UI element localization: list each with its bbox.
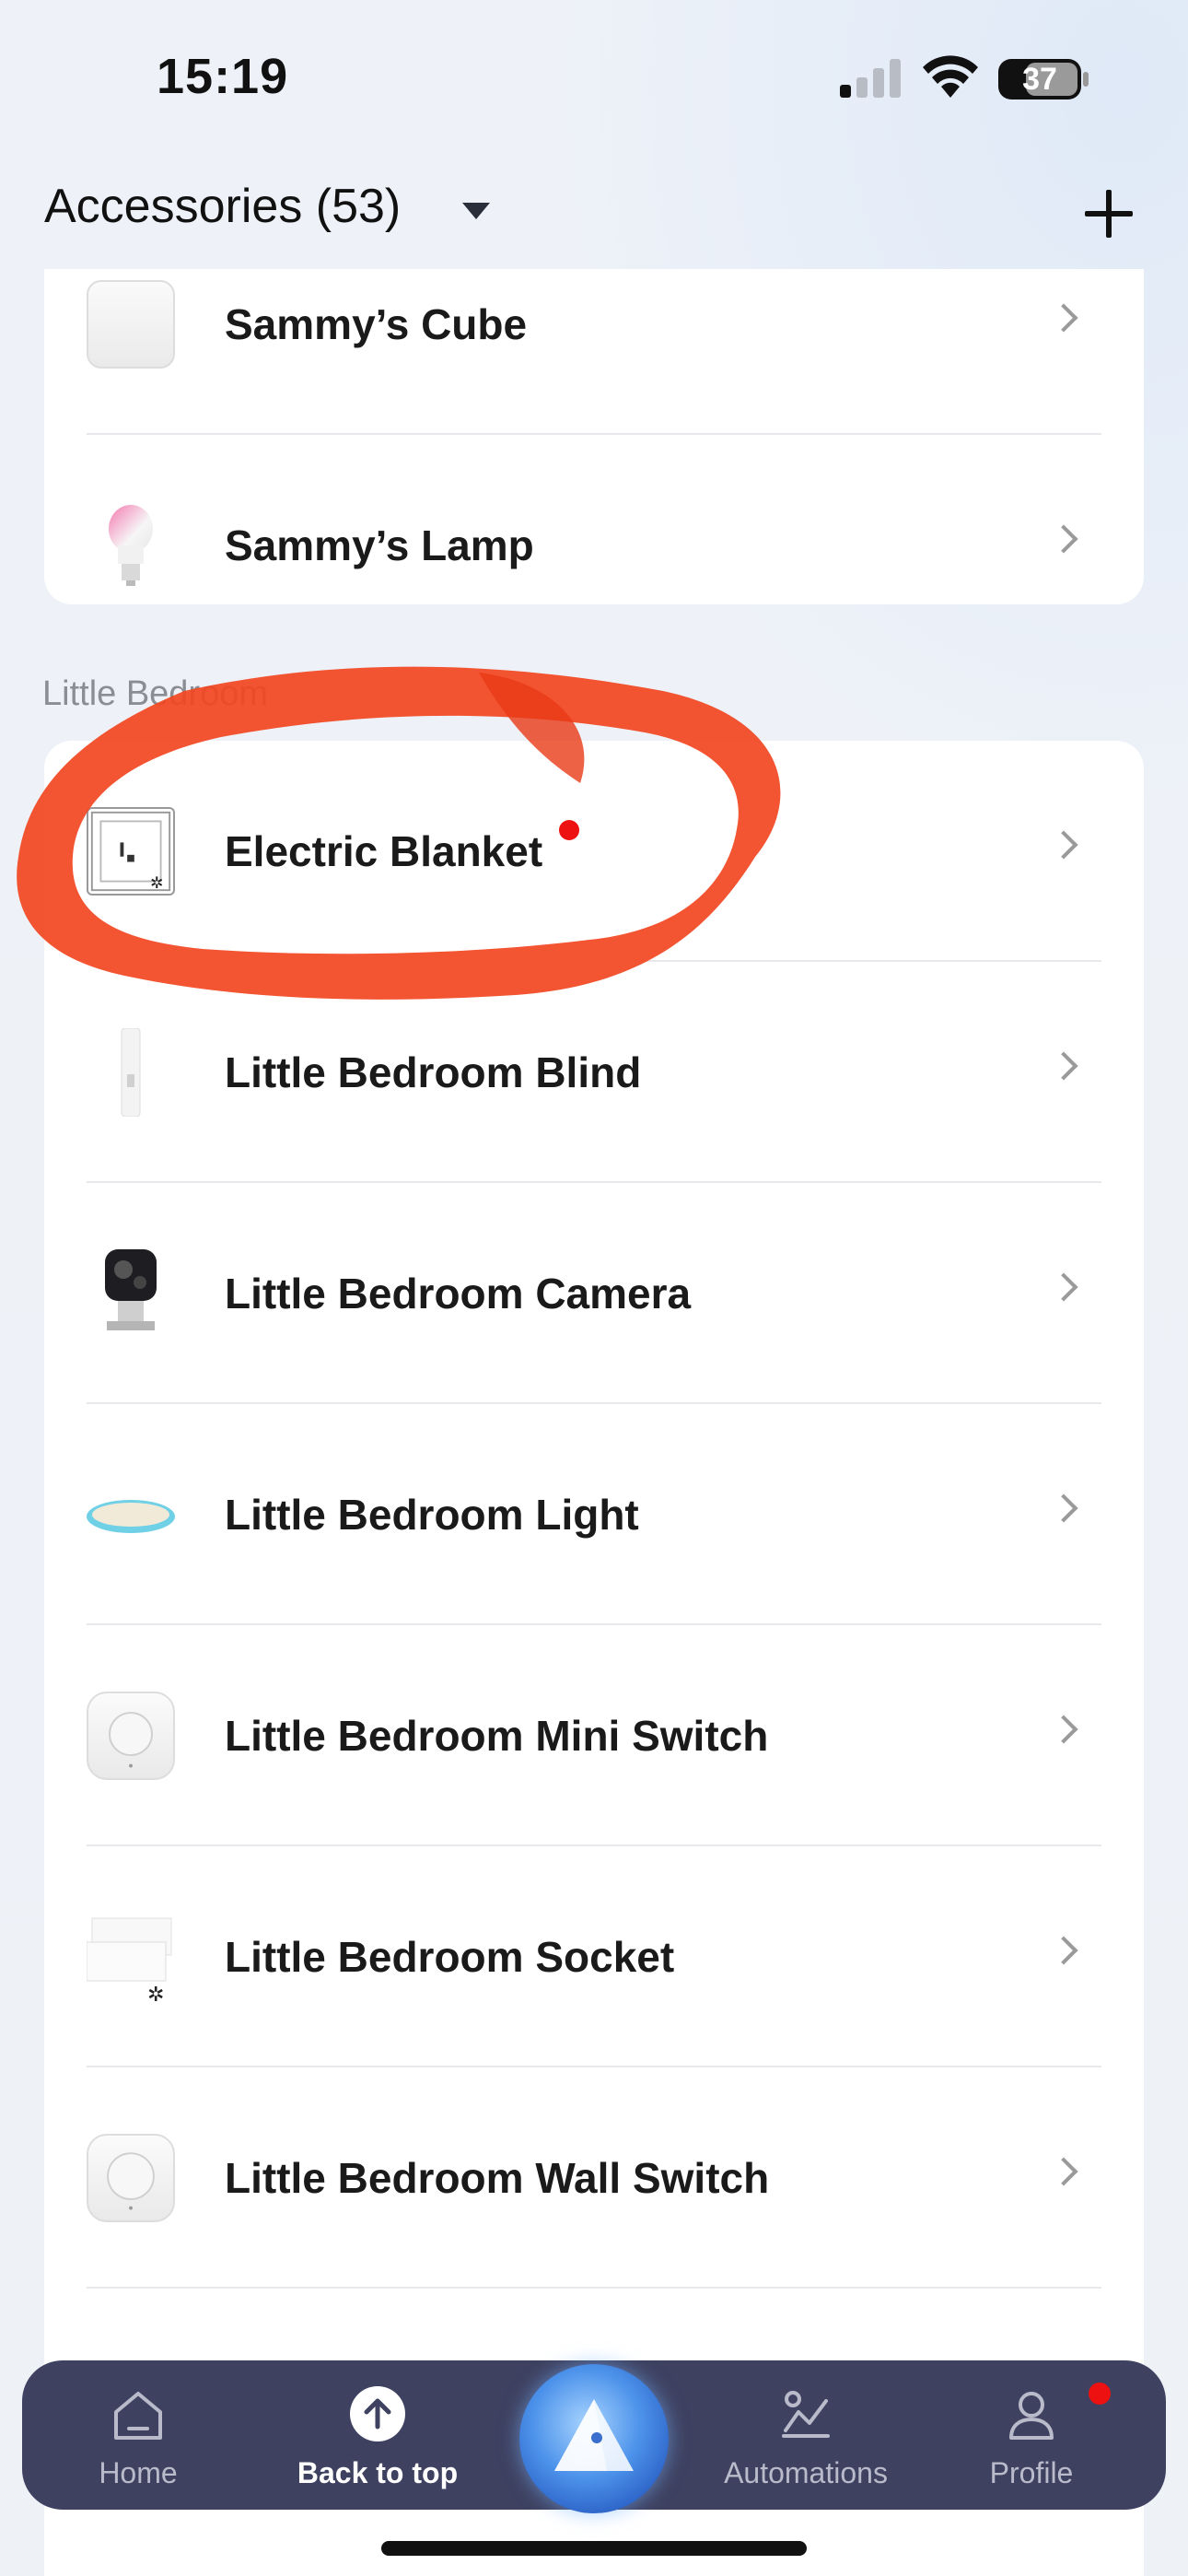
wifi-icon <box>923 55 978 98</box>
notification-badge <box>559 820 580 840</box>
item-label: Little Bedroom Wall Switch <box>225 2154 770 2202</box>
accessories-dropdown[interactable]: Accessories (53) <box>44 179 401 234</box>
list-item[interactable]: ✲ Electric Blanket <box>44 741 1144 962</box>
list-item[interactable]: Little Bedroom Camera <box>44 1183 1144 1404</box>
item-label: Little Bedroom Light <box>225 1491 639 1539</box>
chevron-right-icon <box>1049 1051 1078 1081</box>
list-item[interactable]: Little Bedroom Wall Switch <box>44 2067 1144 2289</box>
chevron-right-icon <box>1049 830 1078 860</box>
chevron-right-icon <box>1049 1493 1078 1523</box>
battery-icon: 37 <box>998 59 1081 100</box>
battery-cap <box>1083 72 1089 87</box>
list-item[interactable]: Little Bedroom Blind <box>44 962 1144 1183</box>
nav-back-to-top-label: Back to top <box>297 2456 459 2489</box>
item-label: Electric Blanket <box>225 741 580 962</box>
accessory-group-card: ✲ Electric Blanket Little Bedroom Blind <box>44 741 1144 2576</box>
nav-back-to-top[interactable]: Back to top <box>276 2360 479 2510</box>
camera-icon <box>105 1249 157 1330</box>
pyramid-icon <box>554 2399 634 2471</box>
list-item[interactable]: Sammy’s Cube <box>44 269 1144 435</box>
svg-text:✲: ✲ <box>147 1984 164 2001</box>
profile-icon <box>1009 2392 1054 2440</box>
assistant-button[interactable] <box>519 2364 669 2513</box>
blind-icon <box>121 1028 141 1117</box>
add-accessory-button[interactable] <box>1079 184 1138 243</box>
section-header-little-bedroom: Little Bedroom <box>42 674 269 713</box>
cube-icon <box>87 280 175 369</box>
chevron-right-icon <box>1049 524 1078 554</box>
svg-text:✲: ✲ <box>150 874 163 893</box>
chevron-right-icon <box>1049 1272 1078 1302</box>
accessory-group-card: Sammy’s Cube Sammy’s Lamp <box>44 269 1144 604</box>
list-item[interactable]: ✲ Little Bedroom Socket <box>44 1846 1144 2067</box>
home-indicator <box>381 2541 807 2556</box>
cellular-signal-icon <box>840 57 904 98</box>
profile-notification-badge <box>1089 2383 1111 2405</box>
nav-profile[interactable]: Profile <box>949 2360 1114 2510</box>
list-item[interactable]: Little Bedroom Mini Switch <box>44 1625 1144 1846</box>
list-item[interactable]: Sammy’s Lamp <box>44 435 1144 656</box>
automations-icon <box>782 2391 830 2438</box>
item-label: Little Bedroom Mini Switch <box>225 1712 769 1760</box>
wall-switch-icon <box>87 2134 175 2222</box>
list-item[interactable]: Little Bedroom Light <box>44 1404 1144 1625</box>
socket-icon: ✲ <box>87 807 175 896</box>
ceiling-light-icon <box>87 1500 175 1533</box>
status-time: 15:19 <box>157 49 289 104</box>
socket-icon: ✲ <box>87 1917 172 2001</box>
mini-switch-icon <box>87 1692 175 1780</box>
item-label: Sammy’s Cube <box>225 300 528 348</box>
home-icon <box>114 2392 162 2440</box>
lamp-bulb-icon <box>109 505 153 586</box>
nav-automations[interactable]: Automations <box>691 2360 921 2510</box>
arrow-up-icon <box>350 2386 405 2441</box>
nav-automations-label: Automations <box>724 2456 888 2489</box>
chevron-right-icon <box>1049 303 1078 333</box>
item-label: Little Bedroom Blind <box>225 1048 642 1096</box>
chevron-right-icon <box>1049 2157 1078 2186</box>
item-label: Sammy’s Lamp <box>225 521 534 569</box>
accessory-list[interactable]: Sammy’s Cube Sammy’s Lamp Little Bedroom… <box>0 269 1188 2576</box>
status-bar: 15:19 37 <box>0 0 1188 157</box>
nav-home-label: Home <box>99 2456 178 2489</box>
header: Accessories (53) <box>0 157 1188 269</box>
item-label-text: Electric Blanket <box>225 827 543 875</box>
nav-home[interactable]: Home <box>46 2360 230 2510</box>
caret-down-icon[interactable] <box>462 203 490 219</box>
item-label: Little Bedroom Socket <box>225 1933 675 1981</box>
nav-profile-label: Profile <box>989 2456 1074 2489</box>
chevron-right-icon <box>1049 1715 1078 1744</box>
battery-level: 37 <box>1022 62 1057 97</box>
item-label: Little Bedroom Camera <box>225 1270 692 1317</box>
chevron-right-icon <box>1049 1936 1078 1965</box>
